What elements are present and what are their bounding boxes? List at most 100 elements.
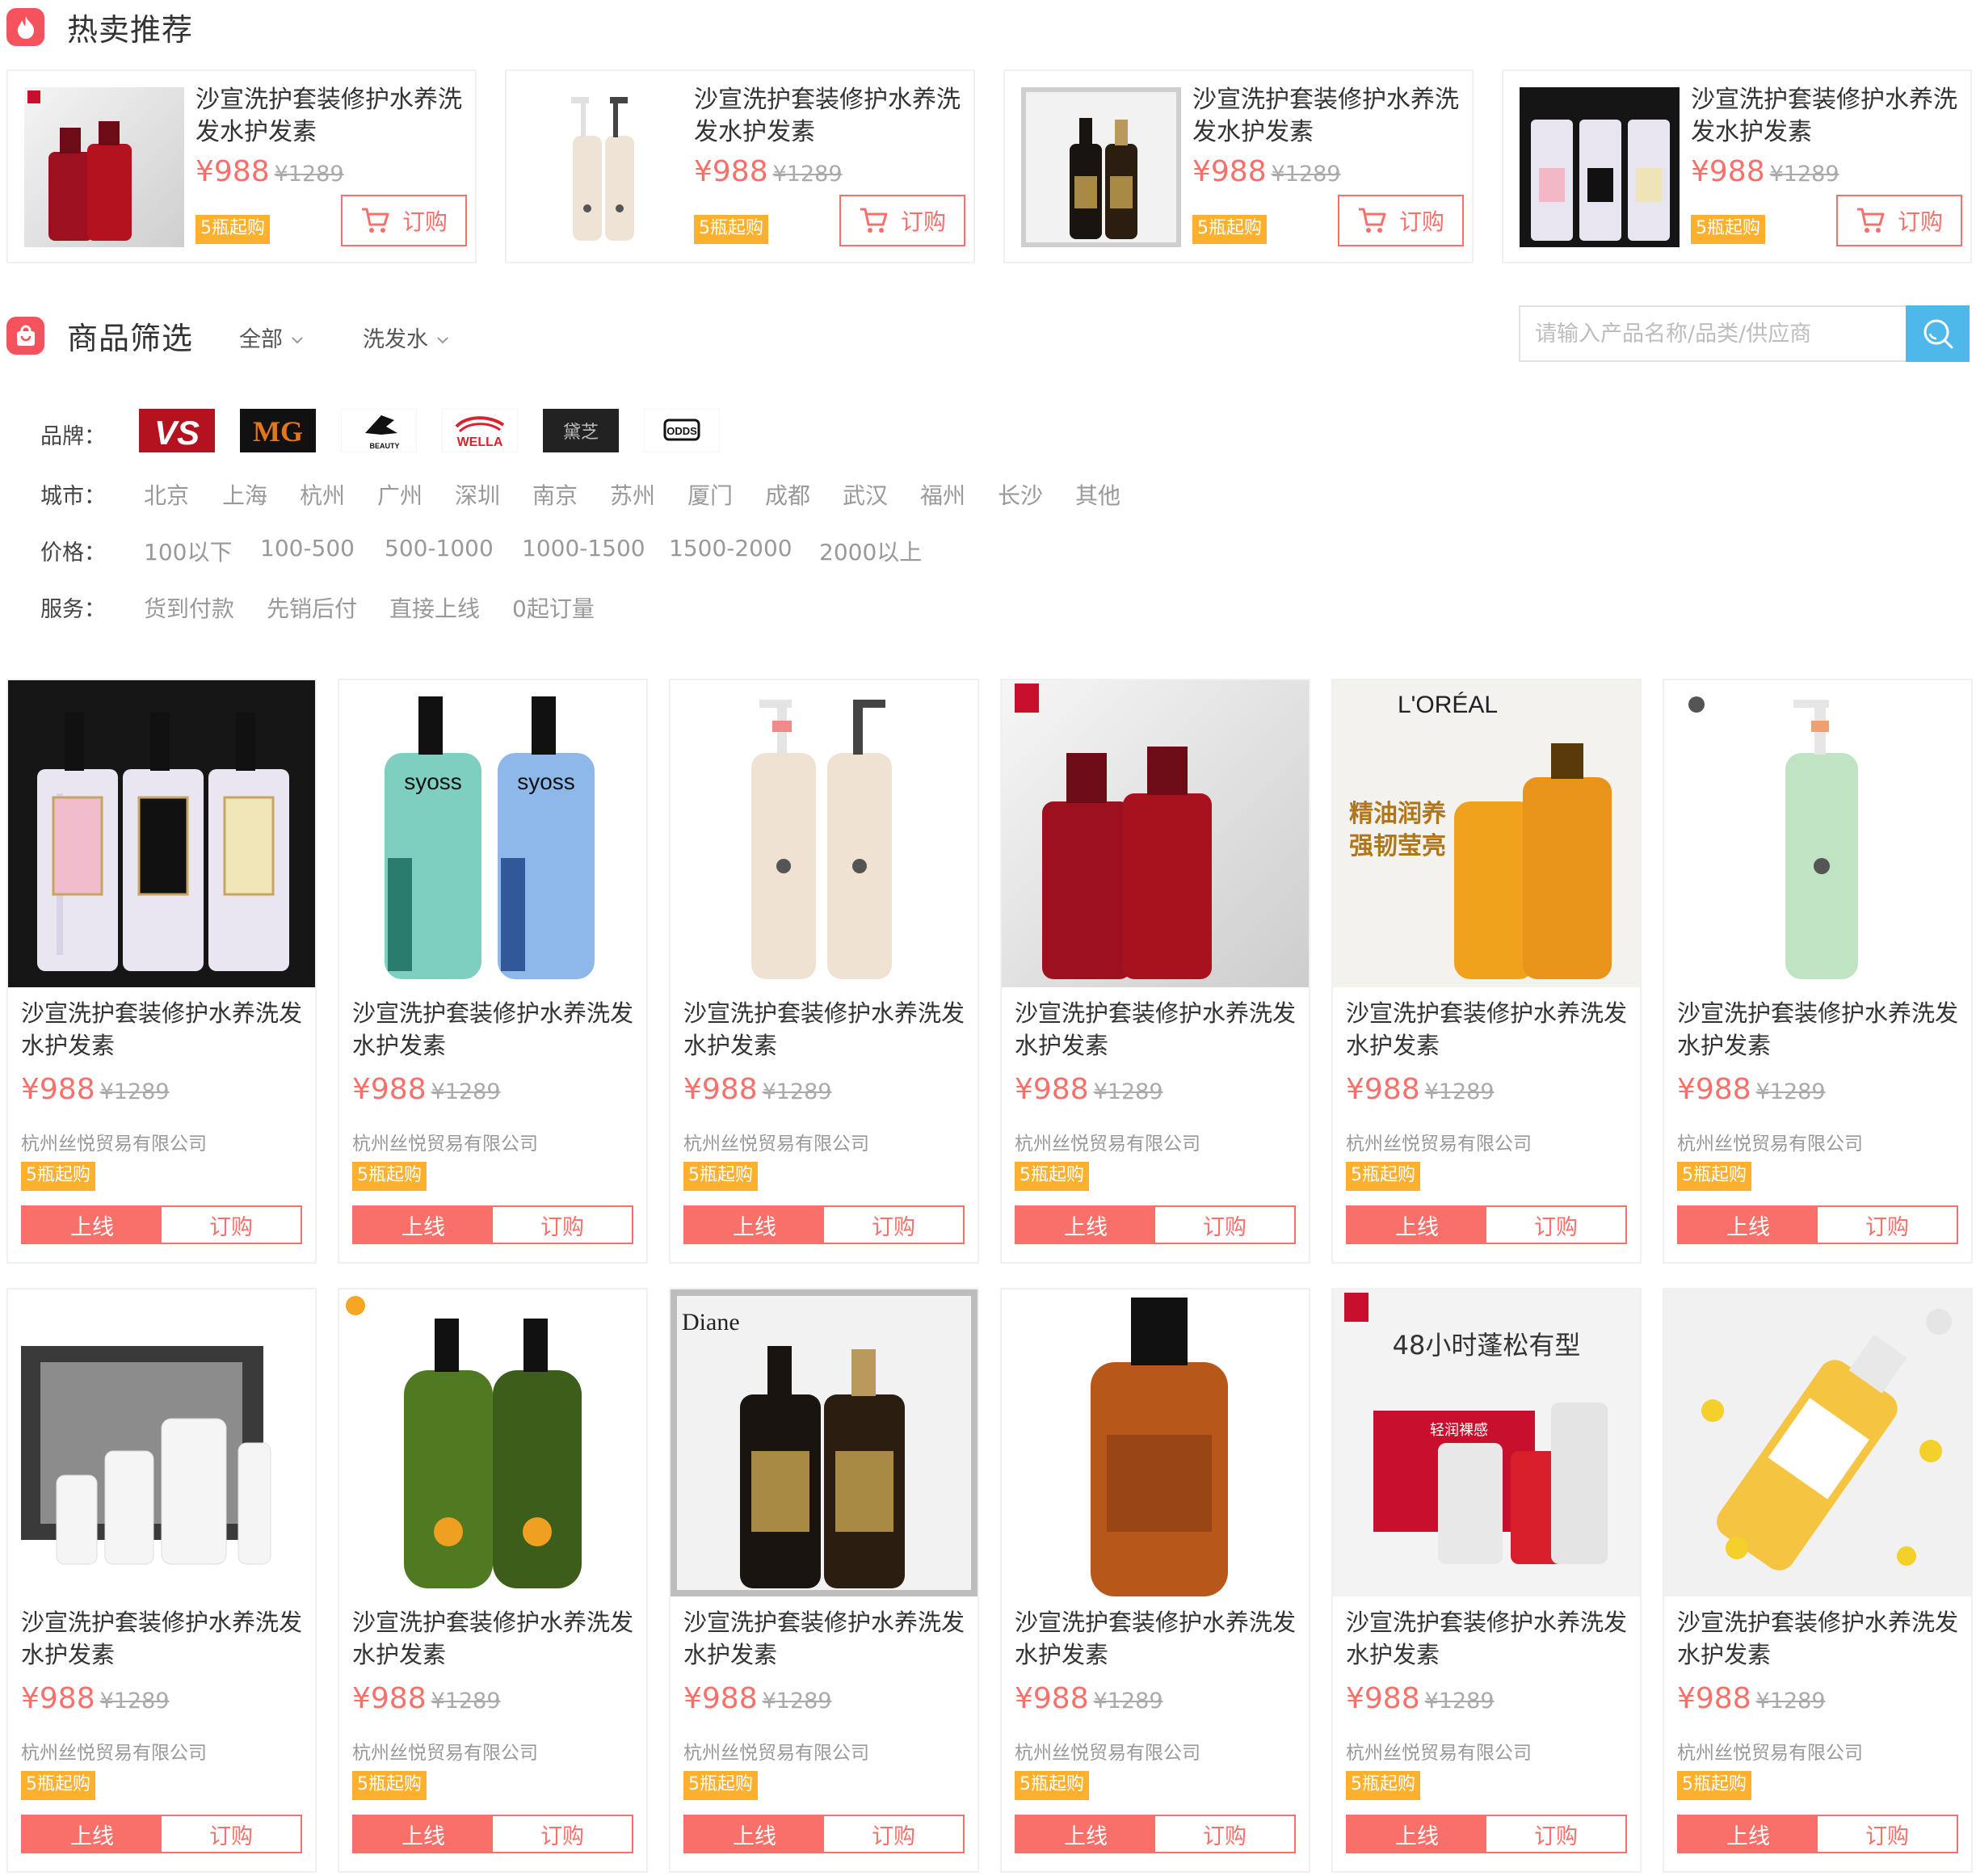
product-title[interactable]: 沙宣洗护套装修护水养洗发水护发素 bbox=[1346, 1606, 1633, 1671]
hot-card[interactable]: 沙宣洗护套装修护水养洗发水护发素 ¥988 ¥1289 5瓶起购 订购 bbox=[1003, 69, 1474, 263]
product-card[interactable]: Diane 沙宣洗护套装修护水养洗发水护发素 ¥988 ¥1289 杭州丝悦贸易有… bbox=[669, 1288, 979, 1873]
search-input[interactable] bbox=[1520, 307, 1906, 360]
online-button[interactable]: 上线 bbox=[1679, 1816, 1818, 1852]
online-button[interactable]: 上线 bbox=[685, 1816, 824, 1852]
product-card[interactable]: 沙宣洗护套装修护水养洗发水护发素 ¥988 ¥1289 杭州丝悦贸易有限公司 5瓶… bbox=[6, 679, 317, 1264]
order-button[interactable]: 订购 bbox=[1486, 1207, 1625, 1243]
city-option[interactable]: 南京 bbox=[532, 478, 578, 511]
product-card[interactable]: 沙宣洗护套装修护水养洗发水护发素 ¥988 ¥1289 杭州丝悦贸易有限公司 5瓶… bbox=[6, 1288, 317, 1873]
product-card[interactable]: 沙宣洗护套装修护水养洗发水护发素 ¥988 ¥1289 杭州丝悦贸易有限公司 5瓶… bbox=[1663, 1288, 1973, 1873]
product-card[interactable]: 沙宣洗护套装修护水养洗发水护发素 ¥988 ¥1289 杭州丝悦贸易有限公司 5瓶… bbox=[1000, 1288, 1310, 1873]
product-card[interactable]: 48小时蓬松有型 轻润裸感 沙宣洗护套装修护水养洗发水护发素 ¥988 ¥1289… bbox=[1331, 1288, 1642, 1873]
brand-logo-daizhi[interactable]: 黛芝 bbox=[543, 409, 619, 452]
city-option[interactable]: 成都 bbox=[765, 478, 810, 511]
brand-logo-wella[interactable]: WELLA bbox=[442, 409, 518, 452]
supplier-name[interactable]: 杭州丝悦贸易有限公司 bbox=[1346, 1737, 1532, 1765]
product-title[interactable]: 沙宣洗护套装修护水养洗发水护发素 bbox=[1677, 997, 1965, 1062]
hot-card[interactable]: 沙宣洗护套装修护水养洗发水护发素 ¥988 ¥1289 5瓶起购 订购 bbox=[505, 69, 975, 263]
price-option[interactable]: 1500-2000 bbox=[669, 535, 793, 562]
brand-logo-beauty[interactable]: BEAUTY bbox=[341, 409, 417, 452]
online-button[interactable]: 上线 bbox=[1347, 1816, 1486, 1852]
service-option[interactable]: 直接上线 bbox=[389, 591, 480, 624]
price-option[interactable]: 1000-1500 bbox=[522, 535, 645, 562]
product-title[interactable]: 沙宣洗护套装修护水养洗发水护发素 bbox=[352, 1606, 640, 1671]
city-option[interactable]: 苏州 bbox=[610, 478, 655, 511]
supplier-name[interactable]: 杭州丝悦贸易有限公司 bbox=[1015, 1128, 1200, 1155]
online-button[interactable]: 上线 bbox=[1016, 1816, 1155, 1852]
city-option[interactable]: 北京 bbox=[144, 478, 189, 511]
city-option[interactable]: 福州 bbox=[920, 478, 965, 511]
order-button[interactable]: 订购 bbox=[1818, 1207, 1957, 1243]
product-card[interactable]: 沙宣洗护套装修护水养洗发水护发素 ¥988 ¥1289 杭州丝悦贸易有限公司 5瓶… bbox=[1000, 679, 1310, 1264]
order-button[interactable]: 订购 bbox=[162, 1816, 301, 1852]
city-option[interactable]: 杭州 bbox=[300, 478, 345, 511]
city-option[interactable]: 武汉 bbox=[843, 478, 888, 511]
order-button[interactable]: 订购 bbox=[824, 1816, 963, 1852]
city-option[interactable]: 其他 bbox=[1075, 478, 1120, 511]
order-button[interactable]: 订购 bbox=[1818, 1816, 1957, 1852]
price-option[interactable]: 500-1000 bbox=[385, 535, 494, 562]
order-button[interactable]: 订购 bbox=[493, 1816, 632, 1852]
product-title[interactable]: 沙宣洗护套装修护水养洗发水护发素 bbox=[1677, 1606, 1965, 1671]
supplier-name[interactable]: 杭州丝悦贸易有限公司 bbox=[352, 1737, 538, 1765]
city-option[interactable]: 深圳 bbox=[455, 478, 500, 511]
product-title[interactable]: 沙宣洗护套装修护水养洗发水护发素 bbox=[683, 997, 971, 1062]
order-button[interactable]: 订购 bbox=[493, 1207, 632, 1243]
order-button[interactable]: 订购 bbox=[162, 1207, 301, 1243]
order-button[interactable]: 订购 bbox=[1155, 1207, 1294, 1243]
price-option[interactable]: 2000以上 bbox=[819, 535, 922, 567]
online-button[interactable]: 上线 bbox=[685, 1207, 824, 1243]
supplier-name[interactable]: 杭州丝悦贸易有限公司 bbox=[1677, 1128, 1863, 1155]
product-card[interactable]: 沙宣洗护套装修护水养洗发水护发素 ¥988 ¥1289 杭州丝悦贸易有限公司 5瓶… bbox=[338, 1288, 648, 1873]
online-button[interactable]: 上线 bbox=[354, 1207, 493, 1243]
product-title[interactable]: 沙宣洗护套装修护水养洗发水护发素 bbox=[694, 84, 961, 149]
supplier-name[interactable]: 杭州丝悦贸易有限公司 bbox=[683, 1128, 869, 1155]
product-title[interactable]: 沙宣洗护套装修护水养洗发水护发素 bbox=[195, 84, 462, 149]
brand-logo-vs[interactable]: VS bbox=[139, 409, 215, 452]
product-title[interactable]: 沙宣洗护套装修护水养洗发水护发素 bbox=[1192, 84, 1459, 149]
city-option[interactable]: 广州 bbox=[377, 478, 423, 511]
order-button[interactable]: 订购 bbox=[1836, 195, 1962, 246]
supplier-name[interactable]: 杭州丝悦贸易有限公司 bbox=[21, 1128, 207, 1155]
hot-card[interactable]: 沙宣洗护套装修护水养洗发水护发素 ¥988 ¥1289 5瓶起购 订购 bbox=[6, 69, 477, 263]
product-title[interactable]: 沙宣洗护套装修护水养洗发水护发素 bbox=[1015, 997, 1302, 1062]
product-card[interactable]: L'ORÉAL 精油润养 强韧莹亮 沙宣洗护套装修护水养洗发水护发素 ¥988 ¥… bbox=[1331, 679, 1642, 1264]
hot-card[interactable]: 沙宣洗护套装修护水养洗发水护发素 ¥988 ¥1289 5瓶起购 订购 bbox=[1502, 69, 1972, 263]
supplier-name[interactable]: 杭州丝悦贸易有限公司 bbox=[21, 1737, 207, 1765]
supplier-name[interactable]: 杭州丝悦贸易有限公司 bbox=[683, 1737, 869, 1765]
product-title[interactable]: 沙宣洗护套装修护水养洗发水护发素 bbox=[21, 997, 309, 1062]
price-option[interactable]: 100以下 bbox=[144, 535, 232, 567]
online-button[interactable]: 上线 bbox=[23, 1207, 162, 1243]
service-option[interactable]: 0起订量 bbox=[512, 591, 595, 624]
online-button[interactable]: 上线 bbox=[1016, 1207, 1155, 1243]
order-button[interactable]: 订购 bbox=[1486, 1816, 1625, 1852]
product-title[interactable]: 沙宣洗护套装修护水养洗发水护发素 bbox=[21, 1606, 309, 1671]
service-option[interactable]: 货到付款 bbox=[144, 591, 234, 624]
subcategory-dropdown[interactable]: 洗发水 bbox=[363, 322, 449, 353]
supplier-name[interactable]: 杭州丝悦贸易有限公司 bbox=[1677, 1737, 1863, 1765]
search-button[interactable] bbox=[1906, 305, 1970, 362]
brand-logo-mg[interactable]: MG bbox=[240, 409, 316, 452]
city-option[interactable]: 上海 bbox=[222, 478, 267, 511]
supplier-name[interactable]: 杭州丝悦贸易有限公司 bbox=[352, 1128, 538, 1155]
product-card[interactable]: 沙宣洗护套装修护水养洗发水护发素 ¥988 ¥1289 杭州丝悦贸易有限公司 5瓶… bbox=[669, 679, 979, 1264]
service-option[interactable]: 先销后付 bbox=[267, 591, 357, 624]
price-option[interactable]: 100-500 bbox=[260, 535, 355, 562]
supplier-name[interactable]: 杭州丝悦贸易有限公司 bbox=[1015, 1737, 1200, 1765]
city-option[interactable]: 厦门 bbox=[687, 478, 733, 511]
order-button[interactable]: 订购 bbox=[839, 195, 965, 246]
online-button[interactable]: 上线 bbox=[354, 1816, 493, 1852]
order-button[interactable]: 订购 bbox=[1338, 195, 1464, 246]
product-title[interactable]: 沙宣洗护套装修护水养洗发水护发素 bbox=[1346, 997, 1633, 1062]
online-button[interactable]: 上线 bbox=[1347, 1207, 1486, 1243]
supplier-name[interactable]: 杭州丝悦贸易有限公司 bbox=[1346, 1128, 1532, 1155]
product-card[interactable]: syoss syoss 沙宣洗护套装修护水养洗发水护发素 ¥988 ¥1289 杭… bbox=[338, 679, 648, 1264]
category-dropdown[interactable]: 全部 bbox=[239, 322, 304, 353]
brand-logo-odds[interactable]: ODDS bbox=[644, 409, 720, 452]
order-button[interactable]: 订购 bbox=[824, 1207, 963, 1243]
city-option[interactable]: 长沙 bbox=[998, 478, 1043, 511]
product-title[interactable]: 沙宣洗护套装修护水养洗发水护发素 bbox=[683, 1606, 971, 1671]
product-title[interactable]: 沙宣洗护套装修护水养洗发水护发素 bbox=[1691, 84, 1957, 149]
online-button[interactable]: 上线 bbox=[23, 1816, 162, 1852]
order-button[interactable]: 订购 bbox=[1155, 1816, 1294, 1852]
